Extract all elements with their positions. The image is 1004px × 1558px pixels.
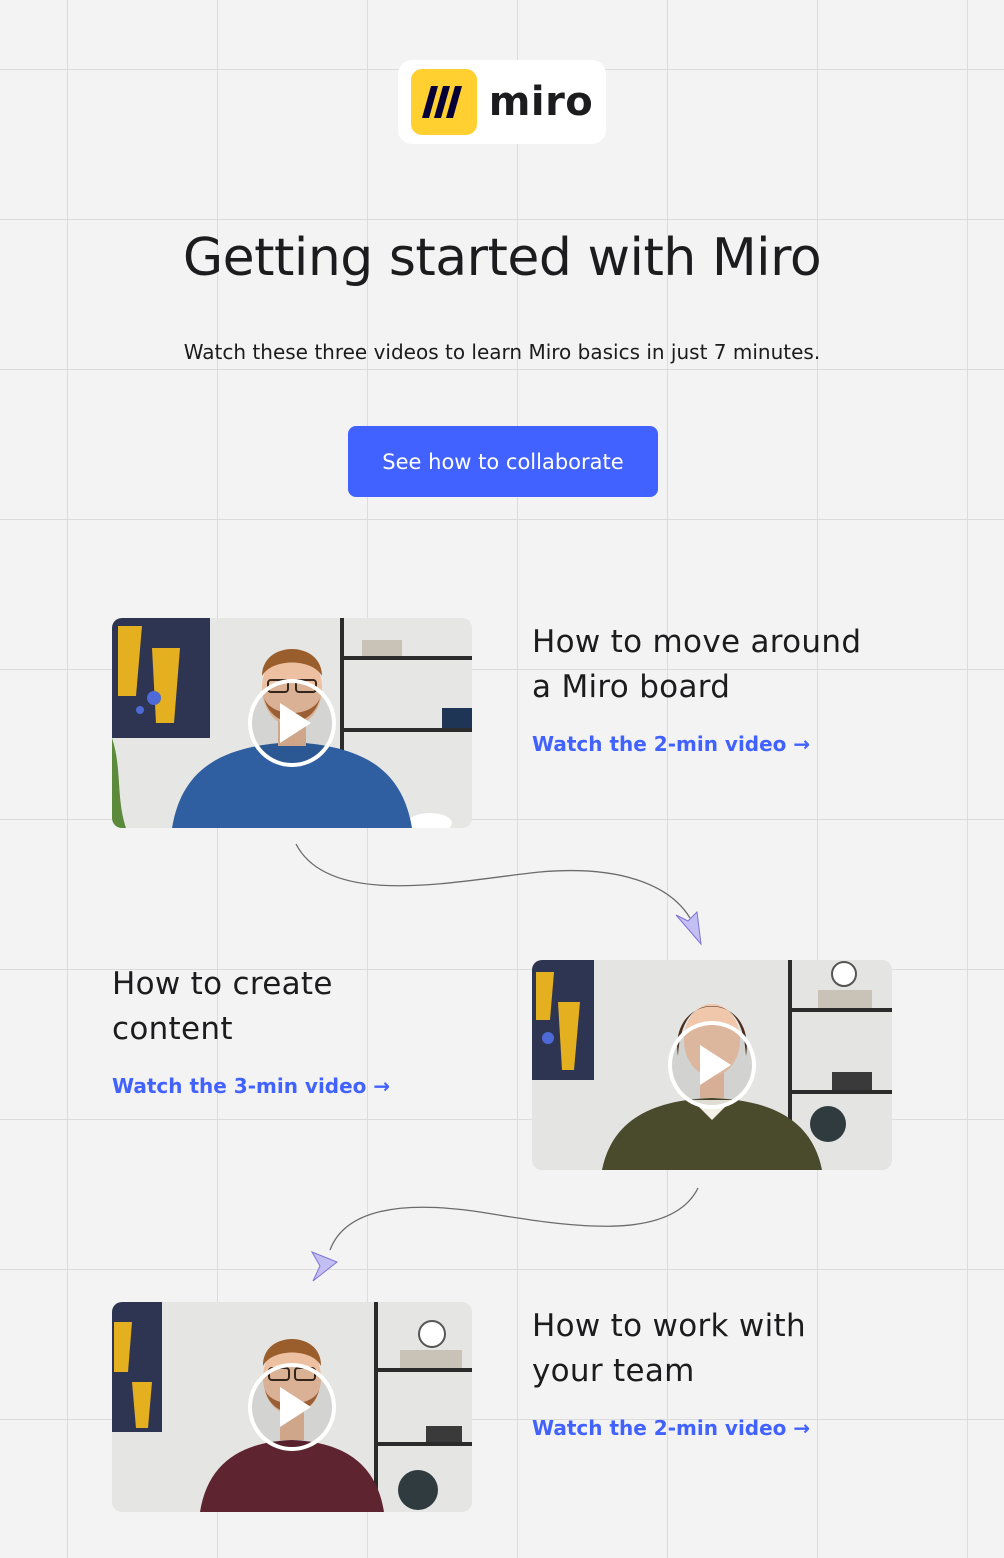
play-icon[interactable]: [667, 1020, 757, 1110]
page-subtitle: Watch these three videos to learn Miro b…: [183, 340, 821, 364]
video-title-line: How to create: [112, 966, 333, 1002]
watch-video-link-create-content[interactable]: Watch the 3-min video →: [112, 1074, 390, 1098]
miro-logo[interactable]: miro: [398, 60, 606, 144]
miro-wordmark: miro: [488, 79, 594, 125]
watch-video-link-move-around[interactable]: Watch the 2-min video →: [532, 732, 810, 756]
video-thumbnail-move-around[interactable]: [112, 618, 472, 828]
video-title-work-with-team: How to work with your team: [532, 1304, 806, 1394]
video-title-create-content: How to create content: [112, 962, 333, 1052]
see-how-to-collaborate-button[interactable]: See how to collaborate: [348, 426, 658, 497]
video-title-line: a Miro board: [532, 669, 731, 705]
video-thumbnail-work-with-team[interactable]: [112, 1302, 472, 1512]
connector-curve-1: [295, 843, 691, 919]
play-icon[interactable]: [247, 1362, 337, 1452]
arrowhead-2-icon: [310, 1251, 338, 1282]
arrowhead-1-icon: [675, 910, 702, 946]
play-icon[interactable]: [247, 678, 337, 768]
video-title-line: How to move around: [532, 624, 862, 660]
video-title-line: content: [112, 1011, 233, 1047]
connector-curve-2: [329, 1187, 699, 1251]
watch-video-link-work-with-team[interactable]: Watch the 2-min video →: [532, 1416, 810, 1440]
video-title-move-around: How to move around a Miro board: [532, 620, 861, 710]
video-title-line: your team: [532, 1353, 695, 1389]
video-title-line: How to work with: [532, 1308, 806, 1344]
video-thumbnail-create-content[interactable]: [532, 960, 892, 1170]
page-title: Getting started with Miro: [182, 228, 822, 288]
miro-logo-icon: [410, 69, 477, 135]
